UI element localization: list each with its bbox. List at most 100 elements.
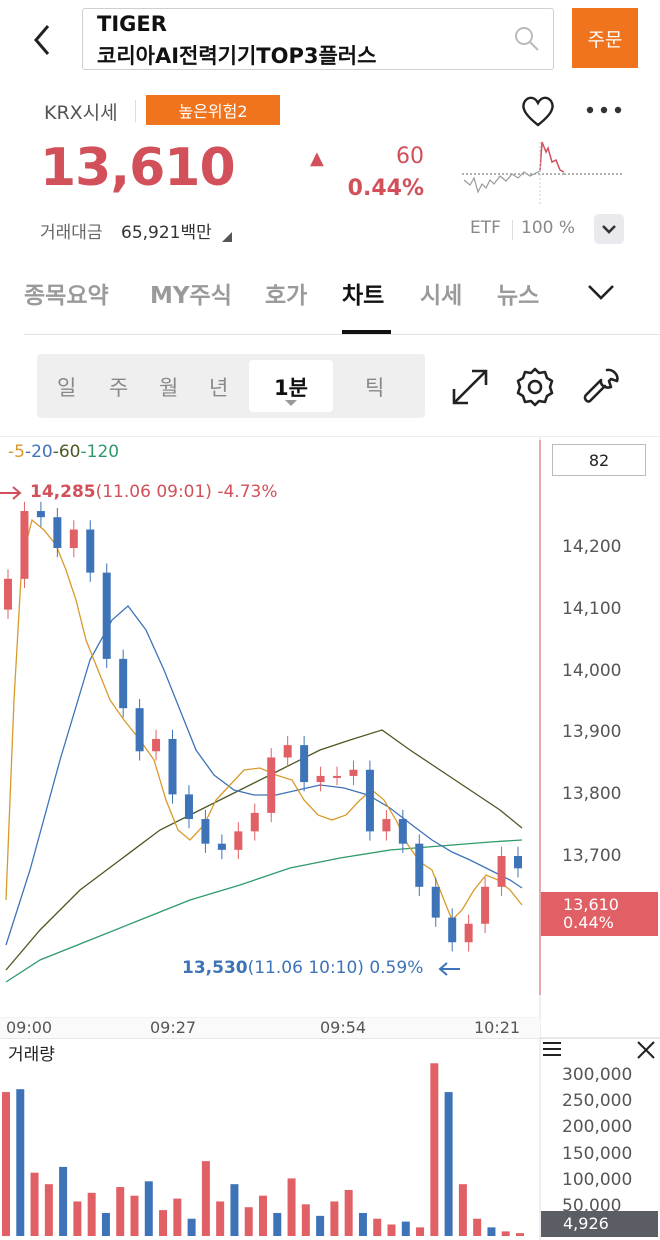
volume-tick-label: 200,000 [562, 1117, 633, 1137]
volume-bar [59, 1166, 68, 1236]
last-price-tag: 13,610 0.44% [541, 892, 658, 936]
chevron-down-icon [602, 225, 616, 234]
volume-bar [2, 1092, 10, 1236]
candle-body [53, 517, 62, 548]
candle-body [415, 843, 424, 887]
max-price-value: 14,285 [30, 482, 96, 502]
candle-body [333, 775, 342, 778]
expand-arrows-icon[interactable] [450, 367, 490, 407]
up-arrow-icon: ▲ [310, 148, 324, 169]
price-change: 60 [396, 144, 424, 169]
volume-bar [373, 1218, 382, 1236]
y-tick-label: 14,100 [562, 599, 622, 619]
volume-bar [101, 1212, 110, 1236]
expand-button[interactable] [594, 214, 624, 244]
etf-label: ETF [470, 218, 501, 238]
y-tick-label: 13,900 [562, 722, 622, 742]
last-price-change: 0.44% [563, 913, 614, 932]
volume-bar [401, 1221, 410, 1236]
min-price-label: 13,530(11.06 10:10) 0.59% [182, 958, 423, 978]
chevron-down-icon[interactable] [586, 280, 616, 304]
volume-bar [344, 1189, 353, 1236]
candle-body [382, 819, 391, 832]
close-icon[interactable] [636, 1040, 656, 1060]
candle-body [20, 511, 29, 579]
candle-body [349, 769, 358, 776]
y-tick-label: 13,700 [562, 846, 622, 866]
heart-icon[interactable] [520, 94, 556, 128]
volume-bar [73, 1201, 82, 1236]
candle-body [135, 708, 144, 752]
volume-bar [159, 1210, 168, 1236]
volume-bar [473, 1218, 482, 1236]
wrench-icon[interactable] [580, 366, 622, 408]
candle-body [448, 917, 457, 943]
volume-tick-label: 250,000 [562, 1091, 633, 1111]
max-price-label: 14,285(11.06 09:01) -4.73% [30, 482, 277, 502]
volume-bar [216, 1201, 225, 1236]
period-month[interactable]: 월 [159, 372, 178, 402]
tab-news[interactable]: 뉴스 [497, 276, 539, 310]
volume-bar [187, 1218, 196, 1236]
gear-icon[interactable] [514, 366, 556, 408]
more-icon[interactable] [584, 100, 624, 120]
volume-bar [259, 1195, 267, 1236]
volume-bar [416, 1227, 425, 1236]
volume-last-tag: 4,926 [541, 1211, 658, 1237]
volume-bar [230, 1184, 239, 1236]
x-tick-label: 09:00 [6, 1018, 53, 1037]
candle-body [267, 757, 276, 813]
order-button[interactable]: 주문 [572, 8, 638, 68]
candle-body [201, 819, 210, 844]
ma60-line [5, 729, 523, 971]
volume-bar [487, 1227, 496, 1236]
last-price-value: 13,610 [563, 895, 619, 914]
divider [135, 100, 136, 122]
candle-body [250, 812, 259, 832]
volume-bar [44, 1184, 53, 1236]
volume-bar [316, 1215, 325, 1236]
tabs-divider [24, 334, 660, 335]
candlestick-chart[interactable] [0, 436, 660, 1240]
min-price-detail: (11.06 10:10) 0.59% [247, 958, 424, 978]
y-tick-label: 14,200 [562, 537, 622, 557]
crosshair-value-box[interactable]: 82 [552, 444, 646, 476]
volume-tick-label: 150,000 [562, 1144, 633, 1164]
candle-body [4, 578, 12, 610]
candle-body [300, 745, 309, 783]
volume-bar [444, 1092, 453, 1236]
period-day[interactable]: 일 [57, 372, 76, 402]
candle-body [431, 886, 440, 918]
divider [512, 220, 513, 240]
market-label: KRX시세 [44, 102, 118, 124]
search-icon[interactable] [513, 25, 541, 53]
candle-body [152, 738, 161, 752]
ma5-line [5, 518, 523, 922]
candle-body [283, 745, 292, 758]
back-button[interactable] [22, 20, 66, 64]
tab-orderbook[interactable]: 호가 [265, 276, 307, 310]
volume-bar [144, 1181, 153, 1236]
corner-triangle-icon [222, 232, 232, 242]
x-tick-label: 09:54 [320, 1018, 367, 1037]
etf-value: 100 % [521, 218, 576, 238]
ma120-legend: -120 [80, 442, 120, 462]
period-1min[interactable]: 1분 [249, 360, 333, 412]
tab-chart[interactable]: 차트 [342, 276, 384, 310]
period-tick[interactable]: 틱 [365, 372, 384, 402]
period-year[interactable]: 년 [209, 372, 228, 402]
volume-bar [516, 1233, 524, 1236]
moving-average-legend: -5-20-60-120 [8, 442, 119, 462]
menu-icon[interactable] [542, 1040, 562, 1058]
ma5-legend: -5 [8, 442, 25, 462]
tab-my-stock[interactable]: MY주식 [150, 276, 232, 310]
candle-body [497, 856, 506, 887]
search-box[interactable]: TIGER 코리아AI전력기기TOP3플러스 [82, 8, 554, 70]
period-week[interactable]: 주 [109, 372, 128, 402]
chevron-left-icon [34, 25, 50, 55]
candle-body [119, 658, 128, 709]
tab-summary[interactable]: 종목요약 [24, 276, 109, 310]
product-name-line2: 코리아AI전력기기TOP3플러스 [97, 44, 377, 68]
max-price-detail: (11.06 09:01) -4.73% [95, 482, 278, 502]
tab-quotes[interactable]: 시세 [420, 276, 462, 310]
